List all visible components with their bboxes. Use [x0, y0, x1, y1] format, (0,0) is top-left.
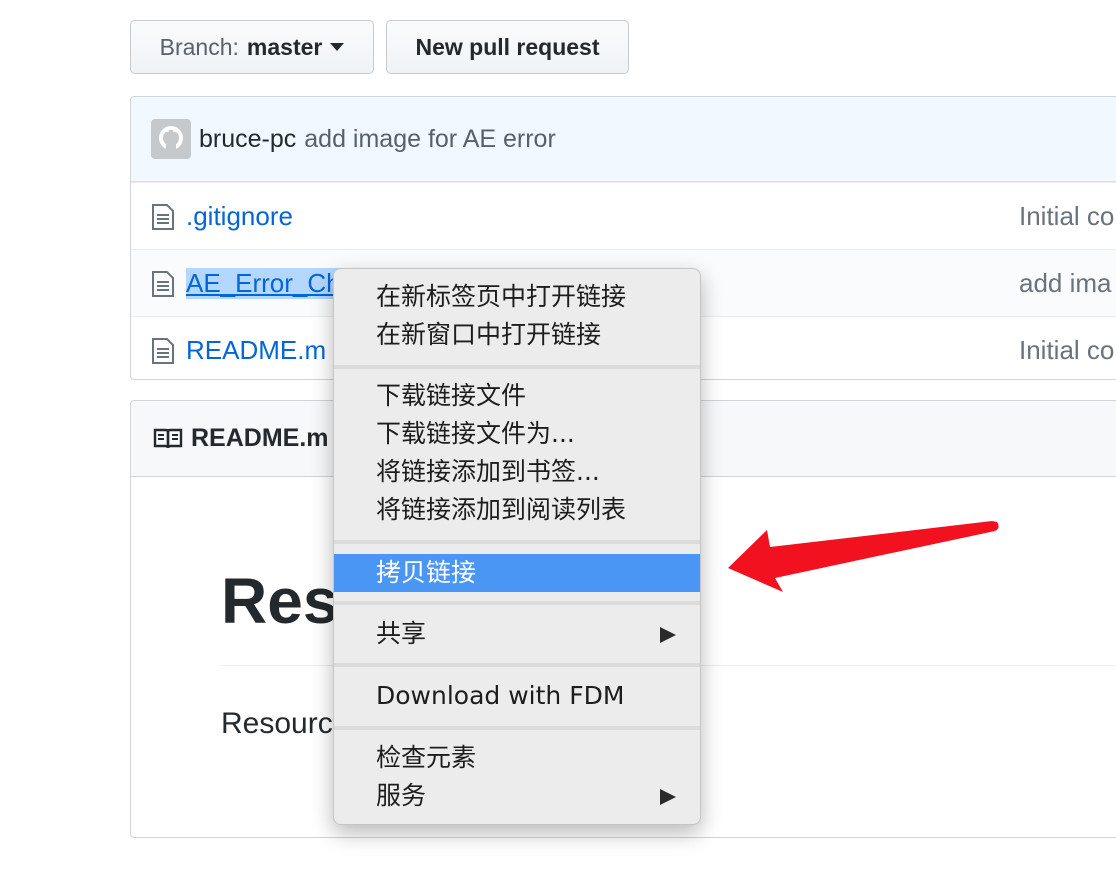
red-arrow-annotation [728, 521, 999, 592]
